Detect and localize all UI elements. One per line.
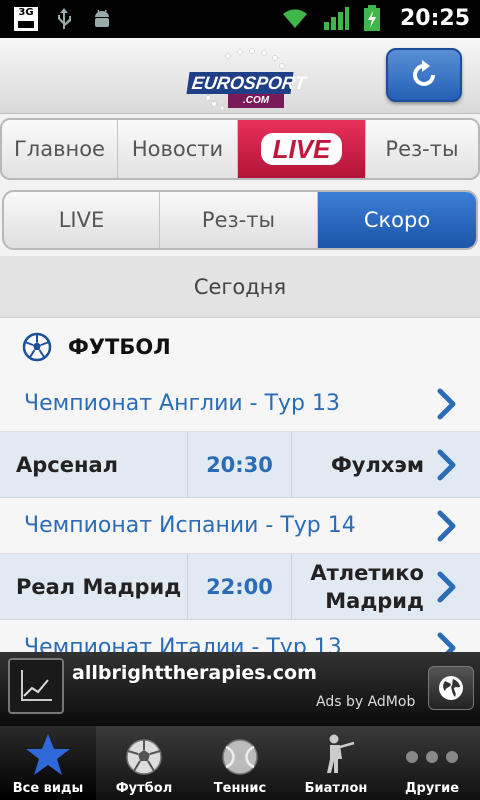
league-row[interactable]: Чемпионат Италии - Тур 13	[0, 620, 480, 652]
day-header: Сегодня	[0, 256, 480, 318]
chevron-right-icon	[437, 388, 456, 419]
tennis-ball-icon	[222, 739, 258, 775]
soccer-ball-icon	[126, 739, 162, 775]
clock: 20:25	[399, 5, 470, 31]
match-row[interactable]: Арсенал 20:30 Фулхэм	[0, 432, 480, 498]
league-row[interactable]: Чемпионат Испании - Тур 14	[0, 498, 480, 554]
league-row[interactable]: Чемпионат Англии - Тур 13	[0, 376, 480, 432]
soccer-ball-icon	[22, 332, 52, 362]
android-debug-icon	[95, 9, 109, 27]
nav-all-sports[interactable]: Все виды	[0, 726, 96, 800]
tab-results[interactable]: Рез-ты	[366, 120, 478, 178]
tab-live[interactable]: LIVE	[238, 120, 366, 178]
sport-label: ФУТБОЛ	[68, 335, 171, 359]
away-team: Фулхэм	[330, 452, 424, 477]
home-team: Арсенал	[0, 432, 188, 497]
subtab-live[interactable]: LIVE	[4, 192, 160, 248]
chevron-right-icon	[437, 571, 456, 602]
nav-biathlon[interactable]: Биатлон	[288, 726, 384, 800]
nav-tennis-label: Теннис	[213, 781, 267, 796]
tab-news[interactable]: Новости	[118, 120, 238, 178]
ad-attribution: Ads by AdMob	[316, 694, 416, 710]
subtab-upcoming-label: Скоро	[363, 208, 431, 232]
tab-main[interactable]: Главное	[2, 120, 118, 178]
app-header: EUROSPORT .COM	[0, 38, 480, 114]
subtab-upcoming[interactable]: Скоро	[318, 192, 476, 248]
more-dots-icon	[406, 751, 458, 763]
globe-icon	[439, 676, 463, 700]
nav-tennis[interactable]: Теннис	[192, 726, 288, 800]
chevron-right-icon	[437, 449, 456, 480]
nav-other-label: Другие	[404, 781, 460, 796]
eurosport-logo: EUROSPORT .COM	[186, 46, 307, 110]
sub-tab-bar: LIVE Рез-ты Скоро	[2, 190, 478, 250]
match-row[interactable]: Реал Мадрид 22:00 Атлетико Мадрид	[0, 554, 480, 620]
match-time: 20:30	[188, 432, 292, 497]
status-bar: 3G 20:25	[0, 0, 480, 38]
league-label: Чемпионат Испании - Тур 14	[24, 513, 356, 538]
nav-football[interactable]: Футбол	[96, 726, 192, 800]
star-icon	[26, 734, 70, 775]
logo-main-text: EUROSPORT	[186, 72, 307, 94]
bottom-navigation: Все виды Футбол Теннис Биатлон Другие	[0, 726, 480, 800]
usb-icon	[58, 8, 71, 29]
logo-sub-text: .COM	[228, 94, 284, 108]
league-label: Чемпионат Италии - Тур 13	[24, 635, 342, 652]
tab-main-label: Главное	[14, 137, 105, 161]
signal-icon	[323, 7, 349, 30]
away-team-line2: Мадрид	[325, 588, 424, 613]
nav-football-label: Футбол	[115, 781, 173, 796]
subtab-live-label: LIVE	[58, 208, 105, 232]
chevron-right-icon	[437, 510, 456, 541]
biathlete-icon	[327, 734, 355, 773]
refresh-button[interactable]	[386, 48, 462, 102]
battery-charging-icon	[363, 5, 380, 31]
subtab-results[interactable]: Рез-ты	[160, 192, 318, 248]
away-team-line1: Атлетико	[310, 560, 424, 585]
wifi-icon	[282, 9, 307, 28]
nav-all-sports-label: Все виды	[12, 781, 84, 796]
ad-url: allbrighttherapies.com	[72, 662, 317, 684]
league-label: Чемпионат Англии - Тур 13	[24, 391, 341, 416]
sim-3g-icon: 3G	[14, 7, 38, 31]
away-team: Атлетико Мадрид	[292, 554, 424, 619]
sport-header-football: ФУТБОЛ	[0, 318, 480, 376]
ad-banner[interactable]: allbrighttherapies.com Ads by AdMob	[0, 652, 480, 726]
tab-news-label: Новости	[131, 137, 224, 161]
main-tab-bar: Главное Новости LIVE Рез-ты	[0, 118, 480, 180]
schedule-list: Сегодня ФУТБОЛ Чемпионат Англии - Тур 13…	[0, 256, 480, 652]
tab-live-label: LIVE	[260, 133, 343, 165]
nav-other[interactable]: Другие	[384, 726, 480, 800]
ad-thumbnail	[8, 658, 64, 714]
chart-icon	[21, 670, 52, 701]
ad-open-button[interactable]	[428, 666, 474, 710]
tab-results-label: Рез-ты	[385, 137, 459, 161]
network-label: 3G	[18, 7, 34, 18]
subtab-results-label: Рез-ты	[201, 208, 276, 232]
nav-biathlon-label: Биатлон	[304, 781, 368, 796]
refresh-icon	[413, 60, 435, 86]
home-team: Реал Мадрид	[0, 554, 188, 619]
chevron-right-icon	[437, 632, 456, 652]
match-time: 22:00	[188, 554, 292, 619]
